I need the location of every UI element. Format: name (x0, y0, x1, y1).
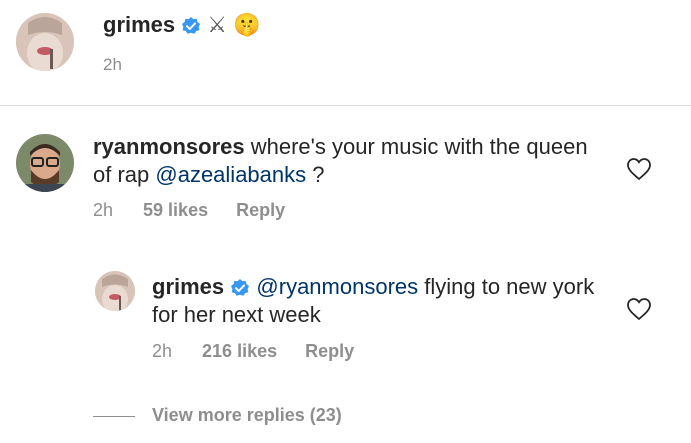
reply-button[interactable]: Reply (236, 200, 285, 220)
mention-link[interactable]: @ryanmonsores (256, 274, 418, 299)
comment-body-end: ? (306, 162, 325, 187)
comment-timestamp: 2h (93, 200, 114, 220)
post-author-avatar[interactable] (16, 13, 74, 71)
mention-link[interactable]: @azealiabanks (155, 162, 306, 187)
reply-text: grimes @ryanmonsores flying to new york … (152, 273, 602, 329)
like-heart-icon[interactable] (626, 297, 652, 321)
comment-text: ryanmonsores where's your music with the… (93, 133, 593, 189)
verified-badge-icon (182, 17, 201, 34)
view-more-divider (93, 416, 135, 417)
post-username[interactable]: grimes (103, 12, 175, 37)
reply-author-avatar[interactable] (95, 271, 135, 311)
view-more-replies-button[interactable]: View more replies (23) (152, 405, 342, 426)
header-divider (0, 105, 691, 106)
like-heart-icon[interactable] (626, 157, 652, 181)
commenter-avatar[interactable] (16, 134, 74, 192)
reply-username[interactable]: grimes (152, 274, 224, 299)
reply-timestamp: 2h (152, 341, 173, 361)
post-timestamp: 2h (103, 55, 122, 74)
crossed-swords-icon: ⚔ (207, 12, 228, 37)
reply-button[interactable]: Reply (305, 341, 354, 361)
comment-likes-count[interactable]: 59 likes (143, 200, 208, 220)
shushing-face-icon: 🤫 (233, 12, 261, 37)
comment-username[interactable]: ryanmonsores (93, 134, 245, 159)
reply-likes-count[interactable]: 216 likes (202, 341, 277, 361)
verified-badge-icon (231, 279, 250, 296)
reply-meta: 2h 216 likes Reply (152, 341, 382, 362)
comment-meta: 2h 59 likes Reply (93, 200, 313, 221)
post-header: grimes ⚔ 🤫 (103, 12, 261, 38)
